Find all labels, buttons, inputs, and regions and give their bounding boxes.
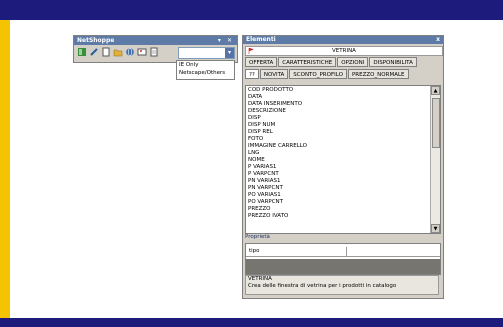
tabs-row-2: ?? NOVITA SCONTO_PROFILO PREZZO_NORMALE [245, 69, 410, 79]
scroll-up-icon[interactable]: ▲ [431, 86, 440, 95]
properties-empty-area [246, 259, 440, 274]
top-banner-bar [0, 0, 503, 20]
element-header-label: VETRINA [332, 48, 356, 54]
tab-offerta[interactable]: OFFERTA [245, 57, 278, 67]
property-key: tipo [249, 248, 260, 254]
list-item[interactable]: NOME [248, 157, 307, 164]
tab-disponibilita[interactable]: DISPONIBILITA [369, 57, 417, 67]
list-item[interactable]: DESCRIZIONE [248, 108, 307, 115]
description-box: VETRINA Crea delle finestra di vetrina p… [245, 275, 439, 295]
tab-novita[interactable]: NOVITA [259, 69, 289, 79]
globe-icon[interactable] [125, 47, 135, 57]
list-item[interactable]: P VARPCNT [248, 171, 307, 178]
tab-sconto-profilo[interactable]: SCONTO_PROFILO [289, 69, 347, 79]
list-item[interactable]: DATA [248, 94, 307, 101]
netshoppe-title: NetShoppe [77, 37, 115, 44]
list-item[interactable]: DISP [248, 115, 307, 122]
netshoppe-toolbar-window: NetShoppe ▾ ✕ ▾ [73, 35, 238, 63]
description-text: Crea delle finestra di vetrina per i pro… [248, 283, 397, 289]
netshoppe-title-buttons[interactable]: ▾ ✕ [218, 36, 234, 45]
list-item[interactable]: P VARIAS1 [248, 164, 307, 171]
tab-unknown[interactable]: ?? [245, 69, 259, 79]
layout-icon[interactable] [77, 47, 87, 57]
element-header: VETRINA [245, 46, 443, 56]
list-item[interactable]: PO VARPCNT [248, 199, 307, 206]
list-item[interactable]: PO VARIAS1 [248, 192, 307, 199]
tab-opzioni[interactable]: OPZIONI [337, 57, 369, 67]
scroll-thumb[interactable] [432, 98, 440, 148]
properties-label: Proprietà [245, 234, 270, 240]
tab-prezzo-normale[interactable]: PREZZO_NORMALE [347, 69, 409, 79]
pencil-icon[interactable] [89, 47, 99, 57]
property-separator [346, 247, 347, 256]
properties-grid: tipo [245, 243, 441, 275]
document-icon[interactable] [149, 47, 159, 57]
netshoppe-tools [77, 47, 159, 59]
list-item[interactable]: COD PRODOTTO [248, 87, 307, 94]
dropdown-option[interactable]: Netscape/Others [177, 69, 234, 77]
list-item[interactable]: DATA INSERIMENTO [248, 101, 307, 108]
close-icon[interactable]: x [436, 36, 440, 44]
browser-dropdown-list: IE Only Netscape/Others [176, 60, 235, 80]
elementi-window: Elementi x VETRINA OFFERTA CARATTERISTIC… [242, 35, 444, 299]
list-item[interactable]: PREZZO IVATO [248, 213, 307, 220]
flag-icon [248, 48, 254, 54]
dropdown-option[interactable]: IE Only [177, 61, 234, 69]
chevron-down-icon[interactable]: ▾ [225, 48, 234, 58]
elementi-titlebar[interactable]: Elementi x [243, 36, 443, 44]
bottom-banner-bar [0, 318, 503, 327]
list-item[interactable]: IMMAGINE CARRELLO [248, 143, 307, 150]
list-item[interactable]: LNG [248, 150, 307, 157]
description-title: VETRINA [248, 276, 272, 282]
browser-select[interactable]: ▾ [178, 47, 235, 59]
netshoppe-titlebar[interactable]: NetShoppe ▾ ✕ [74, 36, 237, 45]
tab-caratteristiche[interactable]: CARATTERISTICHE [278, 57, 337, 67]
list-item[interactable]: FOTO [248, 136, 307, 143]
field-list[interactable]: COD PRODOTTO DATA DATA INSERIMENTO DESCR… [245, 85, 441, 234]
list-item[interactable]: PN VARIAS1 [248, 178, 307, 185]
page-icon[interactable] [101, 47, 111, 57]
list-item[interactable]: PN VARPCNT [248, 185, 307, 192]
folder-icon[interactable] [113, 47, 123, 57]
tabs-row-1: OFFERTA CARATTERISTICHE OPZIONI DISPONIB… [245, 57, 418, 67]
elementi-title: Elementi [246, 36, 276, 43]
image-icon[interactable] [137, 47, 147, 57]
property-row[interactable]: tipo [246, 247, 440, 257]
field-list-items: COD PRODOTTO DATA DATA INSERIMENTO DESCR… [248, 87, 307, 220]
list-scrollbar[interactable]: ▲ ▼ [430, 86, 440, 233]
list-item[interactable]: DISP REL [248, 129, 307, 136]
list-item[interactable]: PREZZO [248, 206, 307, 213]
list-item[interactable]: DISP NUM [248, 122, 307, 129]
scroll-down-icon[interactable]: ▼ [431, 224, 440, 233]
